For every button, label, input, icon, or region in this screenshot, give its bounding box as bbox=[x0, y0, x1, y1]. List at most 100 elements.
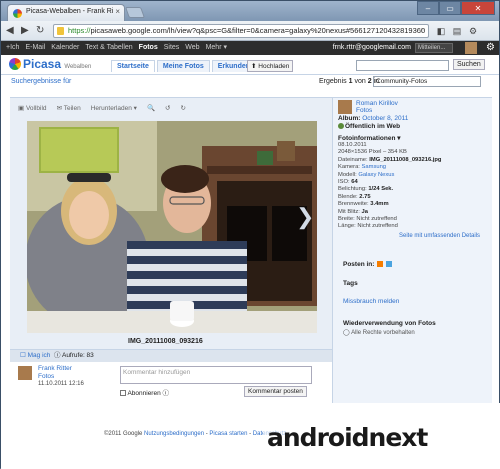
user-email[interactable]: frnk.rttr@googlemail.com bbox=[333, 41, 411, 55]
footer-links: ©2011 Google Nutzungsbedingungen - Picas… bbox=[104, 431, 286, 437]
commenter-name[interactable]: Frank Ritter Fotos bbox=[38, 365, 72, 381]
like-button[interactable]: ☐ Mag ich bbox=[20, 352, 50, 359]
extension-icon[interactable]: ◧ bbox=[435, 25, 447, 37]
bookmark-star-icon[interactable]: ☆ bbox=[418, 25, 425, 37]
info-icon: ⓘ bbox=[54, 352, 61, 359]
logo-text: Picasa bbox=[23, 57, 62, 71]
back-arrow-icon[interactable]: ◀ bbox=[6, 25, 14, 37]
photo-info-header[interactable]: Fotoinformationen ▾ bbox=[338, 134, 400, 142]
url-input[interactable]: https://picasaweb.google.com/lh/view?q&p… bbox=[53, 24, 429, 38]
tab-bar: Picasa-Webalben - Frank Ri × – ▭ ✕ bbox=[1, 1, 499, 21]
results-filter-select[interactable]: Community-Fotos bbox=[373, 76, 481, 87]
url-scheme: https:// bbox=[68, 26, 91, 35]
info-longitude: Länge: Nicht zutreffend bbox=[338, 223, 398, 230]
album-link[interactable]: October 8, 2011 bbox=[362, 115, 408, 122]
subscribe-checkbox[interactable]: Abonnieren ⓘ bbox=[120, 387, 169, 397]
info-filename: Dateiname: IMG_20111008_093216.jpg bbox=[338, 156, 442, 163]
upload-button[interactable]: ⬆ Hochladen bbox=[247, 60, 294, 72]
reuse-heading: Wiederverwendung von Fotos bbox=[343, 320, 436, 327]
visibility-status: Öffentlich im Web bbox=[338, 123, 400, 130]
main-photo[interactable] bbox=[27, 121, 317, 333]
zoom-icon[interactable]: 🔍 bbox=[147, 104, 155, 112]
buzz-icon[interactable] bbox=[386, 261, 393, 267]
tab-title: Picasa-Webalben - Frank Ri bbox=[26, 8, 114, 15]
info-focal: Brennweite: 3.4mm bbox=[338, 201, 389, 208]
minimize-button[interactable]: – bbox=[417, 1, 439, 15]
window-controls: – ▭ ✕ bbox=[417, 1, 495, 15]
result-counter: Ergebnis 1 von 2 in bbox=[319, 78, 380, 85]
reload-icon[interactable]: ↻ bbox=[36, 25, 44, 37]
help-icon[interactable]: ⓘ bbox=[163, 390, 170, 397]
photo-caption: IMG_20111008_093216 bbox=[128, 338, 203, 345]
view-count: Aufrufe: 83 bbox=[61, 352, 94, 359]
picasa-favicon-icon bbox=[13, 9, 22, 18]
rotate-left-icon[interactable]: ↺ bbox=[165, 104, 170, 112]
tab-close-icon[interactable]: × bbox=[115, 7, 120, 16]
photo-toolbar: ▣ Vollbild ✉ Teilen Herunterladen ▾ 🔍 ↺ … bbox=[10, 98, 330, 117]
checkbox-icon[interactable] bbox=[120, 390, 126, 396]
gbar-link-more[interactable]: Mehr ▾ bbox=[206, 41, 227, 55]
gbar-link-docs[interactable]: Text & Tabellen bbox=[85, 41, 132, 55]
blogger-icon[interactable] bbox=[377, 261, 384, 267]
tab-home[interactable]: Startseite bbox=[111, 60, 155, 72]
gbar-link-web[interactable]: Web bbox=[185, 41, 199, 55]
rotate-right-icon[interactable]: ↻ bbox=[181, 104, 186, 112]
gbar-link-email[interactable]: E-Mail bbox=[25, 41, 45, 55]
picasa-logo[interactable]: Picasa Webalben bbox=[9, 57, 91, 71]
gbar-link-photos[interactable]: Fotos bbox=[139, 41, 158, 55]
lock-icon bbox=[57, 27, 64, 35]
tab-my-photos[interactable]: Meine Fotos bbox=[156, 60, 210, 72]
post-in-label: Posten in: bbox=[343, 261, 393, 268]
page-menu-icon[interactable]: ▤ bbox=[451, 25, 463, 37]
back-to-results-link[interactable]: Suchergebnisse für bbox=[11, 78, 71, 85]
photo-stats-bar: ☐ Mag ich ⓘ Aufrufe: 83 bbox=[10, 349, 332, 362]
post-comment-button[interactable]: Kommentar posten bbox=[244, 386, 307, 397]
info-size: 2048×1536 Pixel – 354 KB bbox=[338, 149, 407, 156]
url-text: picasaweb.google.com/lh/view?q&psc=G&fil… bbox=[90, 26, 426, 35]
tags-heading: Tags bbox=[343, 280, 358, 287]
results-bar: Suchergebnisse für Ergebnis 1 von 2 in C… bbox=[1, 75, 499, 89]
close-window-button[interactable]: ✕ bbox=[461, 1, 495, 15]
picasa-logo-icon bbox=[9, 58, 21, 70]
logo-subtitle: Webalben bbox=[64, 64, 92, 70]
browser-tab[interactable]: Picasa-Webalben - Frank Ri × bbox=[7, 4, 125, 21]
start-picasa-link[interactable]: Picasa starten bbox=[209, 431, 247, 437]
forward-arrow-icon[interactable]: ▶ bbox=[21, 25, 29, 37]
androidnext-watermark: androidnext bbox=[263, 423, 432, 452]
next-photo-arrow-icon[interactable]: ❯ bbox=[296, 204, 314, 230]
download-button[interactable]: Herunterladen ▾ bbox=[91, 104, 137, 112]
owner-name[interactable]: Roman Kirillov Fotos bbox=[356, 100, 398, 114]
info-date: 08.10.2011 bbox=[338, 142, 367, 148]
gbar-link-sites[interactable]: Sites bbox=[164, 41, 180, 55]
user-avatar[interactable] bbox=[465, 42, 477, 54]
globe-icon bbox=[338, 123, 344, 129]
new-tab-button[interactable] bbox=[124, 7, 146, 18]
google-bar-links: +Ich E-Mail Kalender Text & Tabellen Fot… bbox=[6, 41, 227, 55]
google-bar: +Ich E-Mail Kalender Text & Tabellen Fot… bbox=[1, 41, 499, 55]
picasa-tabs: Startseite Meine Fotos Erkunden bbox=[111, 60, 257, 72]
report-abuse-link[interactable]: Missbrauch melden bbox=[343, 298, 399, 305]
gbar-link-plus[interactable]: +Ich bbox=[6, 41, 19, 55]
maximize-button[interactable]: ▭ bbox=[439, 1, 461, 15]
info-sidebar: Roman Kirillov Fotos Album: October 8, 20… bbox=[332, 98, 492, 403]
comment-date: 11.10.2011 12:16 bbox=[38, 381, 84, 387]
share-button[interactable]: ✉ Teilen bbox=[57, 104, 81, 112]
terms-link[interactable]: Nutzungsbedingungen bbox=[144, 431, 204, 437]
search-input[interactable] bbox=[356, 60, 449, 71]
details-page-link[interactable]: Seite mit umfassenden Details bbox=[399, 233, 480, 239]
gbar-link-calendar[interactable]: Kalender bbox=[51, 41, 79, 55]
share-input[interactable]: Mitteilen... bbox=[415, 43, 453, 53]
fullscreen-button[interactable]: ▣ Vollbild bbox=[18, 104, 47, 112]
info-camera: Kamera: Samsung bbox=[338, 164, 387, 171]
album-line: Album: October 8, 2011 bbox=[338, 115, 409, 122]
info-exposure: Belichtung: 1/24 Sek. bbox=[338, 186, 394, 193]
info-latitude: Breite: Nicht zutreffend bbox=[338, 216, 397, 223]
settings-gear-icon[interactable]: ⚙ bbox=[486, 41, 495, 55]
rights-radio[interactable]: ◯ Alle Rechte vorbehalten bbox=[343, 329, 415, 336]
commenter-avatar[interactable] bbox=[18, 366, 32, 380]
comment-input[interactable]: Kommentar hinzufügen bbox=[120, 366, 312, 384]
owner-avatar[interactable] bbox=[338, 100, 352, 114]
picasa-header: Picasa Webalben Startseite Meine Fotos E… bbox=[1, 55, 499, 75]
wrench-icon[interactable]: ⚙ bbox=[467, 25, 479, 37]
search-button[interactable]: Suchen bbox=[453, 59, 485, 70]
